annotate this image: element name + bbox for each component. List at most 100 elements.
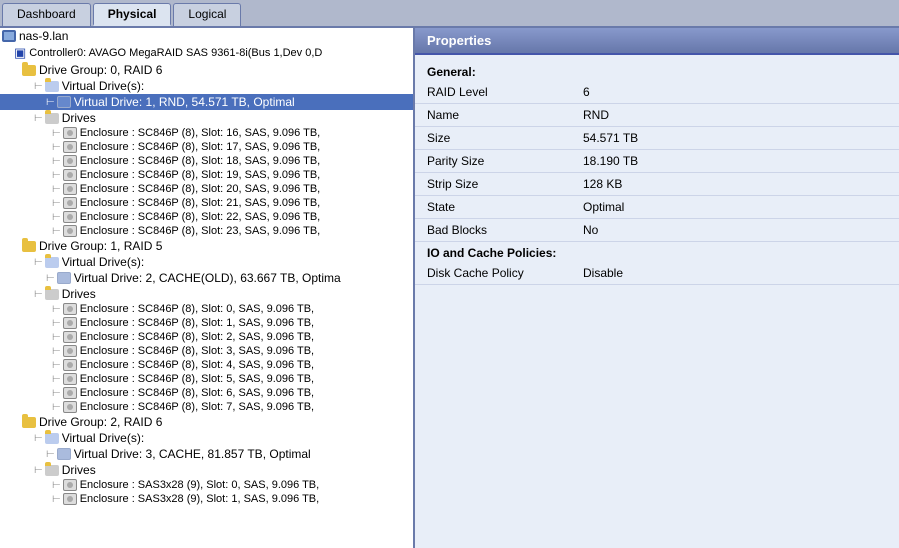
enc-2-0[interactable]: ⊢ Enclosure : SAS3x28 (9), Slot: 0, SAS,… (0, 478, 413, 492)
enc-1-4[interactable]: ⊢ Enclosure : SC846P (8), Slot: 4, SAS, … (0, 358, 413, 372)
drive-group-1[interactable]: Drive Group: 1, RAID 5 (0, 238, 413, 254)
prop-val-size: 54.571 TB (575, 127, 899, 149)
controller-icon: ▣ (14, 45, 26, 61)
enc-2-1-label: Enclosure : SAS3x28 (9), Slot: 1, SAS, 9… (80, 493, 319, 505)
prop-val-raid-level: 6 (575, 81, 899, 103)
drives-header-0-icon (45, 113, 59, 124)
enc-0-2[interactable]: ⊢ Enclosure : SC846P (8), Slot: 18, SAS,… (0, 154, 413, 168)
prop-row-size: Size 54.571 TB (415, 127, 899, 150)
section-cache-label: IO and Cache Policies: (415, 242, 899, 262)
enc-1-1[interactable]: ⊢ Enclosure : SC846P (8), Slot: 1, SAS, … (0, 316, 413, 330)
enc-1-3[interactable]: ⊢ Enclosure : SC846P (8), Slot: 3, SAS, … (0, 344, 413, 358)
enc-1-3-icon (63, 345, 77, 357)
prop-row-raid-level: RAID Level 6 (415, 81, 899, 104)
enc-1-6-label: Enclosure : SC846P (8), Slot: 6, SAS, 9.… (80, 387, 314, 399)
enc-0-5-label: Enclosure : SC846P (8), Slot: 21, SAS, 9… (80, 197, 321, 209)
prop-row-bad-blocks: Bad Blocks No (415, 219, 899, 242)
enc-0-5[interactable]: ⊢ Enclosure : SC846P (8), Slot: 21, SAS,… (0, 196, 413, 210)
root-label: nas-9.lan (19, 29, 68, 43)
enc-1-6-icon (63, 387, 77, 399)
prop-row-disk-cache: Disk Cache Policy Disable (415, 262, 899, 285)
tab-dashboard[interactable]: Dashboard (2, 3, 91, 26)
vd-0-0[interactable]: ⊢ Virtual Drive: 1, RND, 54.571 TB, Opti… (0, 94, 413, 110)
vd-header-1-icon (45, 257, 59, 268)
prop-val-state: Optimal (575, 196, 899, 218)
enc-0-7-label: Enclosure : SC846P (8), Slot: 23, SAS, 9… (80, 225, 321, 237)
enc-0-3-label: Enclosure : SC846P (8), Slot: 19, SAS, 9… (80, 169, 321, 181)
enc-0-6[interactable]: ⊢ Enclosure : SC846P (8), Slot: 22, SAS,… (0, 210, 413, 224)
tab-logical[interactable]: Logical (173, 3, 241, 26)
enc-0-1[interactable]: ⊢ Enclosure : SC846P (8), Slot: 17, SAS,… (0, 140, 413, 154)
enc-1-6[interactable]: ⊢ Enclosure : SC846P (8), Slot: 6, SAS, … (0, 386, 413, 400)
properties-panel: Properties General: RAID Level 6 Name RN… (415, 28, 899, 548)
enc-1-5[interactable]: ⊢ Enclosure : SC846P (8), Slot: 5, SAS, … (0, 372, 413, 386)
prop-key-parity-size: Parity Size (415, 150, 575, 172)
enc-0-1-label: Enclosure : SC846P (8), Slot: 17, SAS, 9… (80, 141, 321, 153)
prop-key-raid-level: RAID Level (415, 81, 575, 103)
prop-key-bad-blocks: Bad Blocks (415, 219, 575, 241)
enc-1-2[interactable]: ⊢ Enclosure : SC846P (8), Slot: 2, SAS, … (0, 330, 413, 344)
vd-header-2: ⊢ Virtual Drive(s): (0, 430, 413, 446)
prop-row-parity-size: Parity Size 18.190 TB (415, 150, 899, 173)
enc-1-5-label: Enclosure : SC846P (8), Slot: 5, SAS, 9.… (80, 373, 314, 385)
drive-group-2[interactable]: Drive Group: 2, RAID 6 (0, 414, 413, 430)
vd-2-0-icon (57, 448, 71, 460)
drive-group-0-icon (22, 65, 36, 76)
tree-controller[interactable]: ▣ Controller0: AVAGO MegaRAID SAS 9361-8… (0, 44, 413, 62)
enc-1-7-label: Enclosure : SC846P (8), Slot: 7, SAS, 9.… (80, 401, 314, 413)
enc-1-4-icon (63, 359, 77, 371)
enc-0-4[interactable]: ⊢ Enclosure : SC846P (8), Slot: 20, SAS,… (0, 182, 413, 196)
drives-header-0-label: Drives (62, 111, 96, 125)
enc-2-1[interactable]: ⊢ Enclosure : SAS3x28 (9), Slot: 1, SAS,… (0, 492, 413, 506)
vd-header-0: ⊢ Virtual Drive(s): (0, 78, 413, 94)
controller-label: Controller0: AVAGO MegaRAID SAS 9361-8i(… (29, 47, 322, 59)
enc-1-1-icon (63, 317, 77, 329)
section-general-label: General: (415, 61, 899, 81)
vd-0-0-label: Virtual Drive: 1, RND, 54.571 TB, Optima… (74, 95, 295, 109)
enc-1-0-icon (63, 303, 77, 315)
vd-header-1: ⊢ Virtual Drive(s): (0, 254, 413, 270)
enc-2-0-label: Enclosure : SAS3x28 (9), Slot: 0, SAS, 9… (80, 479, 319, 491)
drive-group-1-label: Drive Group: 1, RAID 5 (39, 239, 162, 253)
properties-title: Properties (427, 33, 491, 48)
enc-0-4-label: Enclosure : SC846P (8), Slot: 20, SAS, 9… (80, 183, 321, 195)
vd-0-0-icon (57, 96, 71, 108)
enc-0-6-icon (63, 211, 77, 223)
vd-header-0-icon (45, 81, 59, 92)
prop-key-size: Size (415, 127, 575, 149)
enc-1-4-label: Enclosure : SC846P (8), Slot: 4, SAS, 9.… (80, 359, 314, 371)
vd-header-0-label: Virtual Drive(s): (62, 79, 144, 93)
enc-2-0-icon (63, 479, 77, 491)
tab-bar: Dashboard Physical Logical (0, 0, 899, 28)
enc-1-2-label: Enclosure : SC846P (8), Slot: 2, SAS, 9.… (80, 331, 314, 343)
drives-header-2-label: Drives (62, 463, 96, 477)
enc-0-7[interactable]: ⊢ Enclosure : SC846P (8), Slot: 23, SAS,… (0, 224, 413, 238)
prop-val-bad-blocks: No (575, 219, 899, 241)
drive-group-0[interactable]: Drive Group: 0, RAID 6 (0, 62, 413, 78)
prop-val-strip-size: 128 KB (575, 173, 899, 195)
drives-header-1-label: Drives (62, 287, 96, 301)
enc-1-1-label: Enclosure : SC846P (8), Slot: 1, SAS, 9.… (80, 317, 314, 329)
enc-0-0-connector: ⊢ (52, 128, 61, 139)
enc-0-7-icon (63, 225, 77, 237)
drive-group-2-label: Drive Group: 2, RAID 6 (39, 415, 162, 429)
enc-0-1-icon (63, 141, 77, 153)
enc-1-7-icon (63, 401, 77, 413)
enc-0-0[interactable]: ⊢ Enclosure : SC846P (8), Slot: 16, SAS,… (0, 126, 413, 140)
enc-1-0[interactable]: ⊢ Enclosure : SC846P (8), Slot: 0, SAS, … (0, 302, 413, 316)
enc-1-0-label: Enclosure : SC846P (8), Slot: 0, SAS, 9.… (80, 303, 314, 315)
enc-0-3[interactable]: ⊢ Enclosure : SC846P (8), Slot: 19, SAS,… (0, 168, 413, 182)
drives-header-2-icon (45, 465, 59, 476)
vd-1-0[interactable]: ⊢ Virtual Drive: 2, CACHE(OLD), 63.667 T… (0, 270, 413, 286)
vd-2-0[interactable]: ⊢ Virtual Drive: 3, CACHE, 81.857 TB, Op… (0, 446, 413, 462)
tree-root[interactable]: nas-9.lan (0, 28, 413, 44)
vd-header-1-label: Virtual Drive(s): (62, 255, 144, 269)
tab-physical[interactable]: Physical (93, 3, 172, 26)
enc-0-2-icon (63, 155, 77, 167)
enc-1-7[interactable]: ⊢ Enclosure : SC846P (8), Slot: 7, SAS, … (0, 400, 413, 414)
drives-header-0-pin: ⊢ (34, 113, 43, 124)
drives-header-2: ⊢ Drives (0, 462, 413, 478)
vd-1-0-label: Virtual Drive: 2, CACHE(OLD), 63.667 TB,… (74, 271, 341, 285)
vd-1-0-icon (57, 272, 71, 284)
drive-group-2-icon (22, 417, 36, 428)
